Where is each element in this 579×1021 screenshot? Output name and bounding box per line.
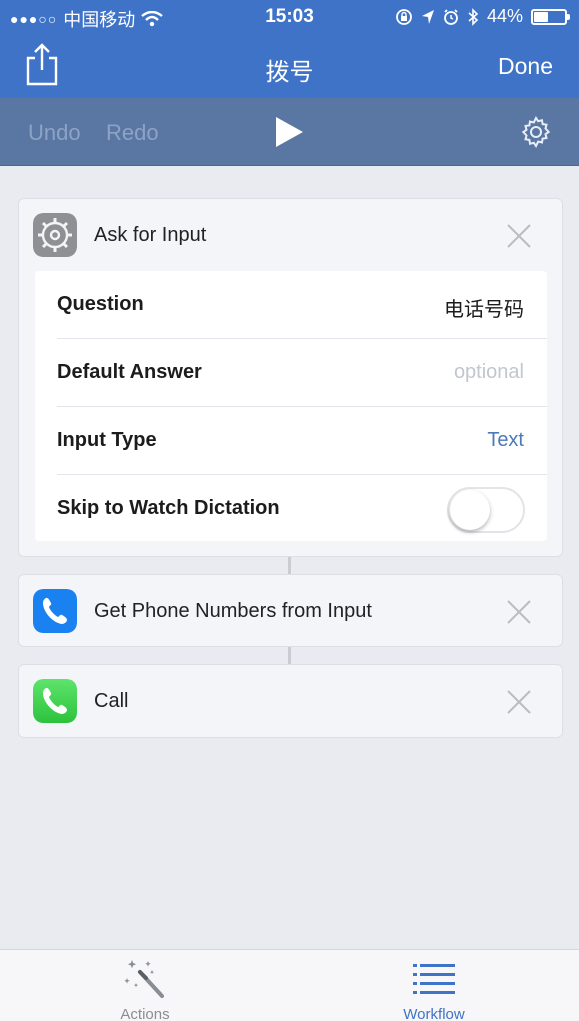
param-row-question[interactable]: Question 电话号码 [35, 271, 547, 339]
redo-button[interactable]: Redo [106, 120, 159, 146]
question-input[interactable]: 电话号码 [444, 293, 524, 322]
param-label: Question [57, 293, 144, 315]
close-icon[interactable] [506, 223, 532, 249]
param-row-watch-dictation: Skip to Watch Dictation [35, 475, 547, 543]
page-title: 拨号 [265, 59, 314, 86]
battery-icon [531, 8, 570, 25]
param-label: Input Type [57, 429, 157, 451]
action-card-header: Get Phone Numbers from Input [19, 575, 562, 648]
input-type-selector[interactable]: Text [487, 429, 524, 452]
list-icon [413, 964, 455, 994]
location-icon [421, 9, 434, 24]
param-label: Skip to Watch Dictation [57, 497, 280, 519]
phone-icon [33, 589, 77, 633]
signal-strength-icon: ●●●○○ [10, 11, 58, 27]
undo-button[interactable]: Undo [28, 120, 81, 146]
action-connector [288, 647, 291, 664]
done-button[interactable]: Done [498, 53, 553, 80]
status-right: 44% [395, 6, 570, 27]
action-parameters: Question 电话号码 Default Answer optional In… [35, 271, 547, 541]
magic-wand-icon [124, 960, 164, 998]
action-card-header: Call [19, 665, 562, 738]
action-card-ask-for-input[interactable]: Ask for Input Question 电话号码 Default Answ… [18, 198, 563, 557]
settings-gear-icon[interactable] [519, 115, 553, 149]
wifi-icon [141, 11, 164, 27]
battery-percent: 44% [486, 6, 523, 26]
action-card-header: Ask for Input [19, 199, 562, 272]
alarm-icon [444, 8, 458, 25]
status-left: ●●●○○ 中国移动 [10, 6, 164, 32]
phone-icon [33, 679, 77, 723]
tab-bar: Actions Workflow [0, 949, 579, 1021]
action-title: Get Phone Numbers from Input [94, 600, 372, 622]
tab-actions[interactable]: Actions [85, 950, 205, 1021]
tab-workflow[interactable]: Workflow [374, 950, 494, 1021]
param-row-default-answer[interactable]: Default Answer optional [35, 339, 547, 407]
action-title: Ask for Input [94, 224, 207, 246]
watch-dictation-toggle[interactable] [447, 487, 525, 533]
param-row-input-type[interactable]: Input Type Text [35, 407, 547, 475]
bluetooth-icon [468, 7, 479, 26]
rotation-lock-icon [396, 8, 412, 25]
battery-fill [534, 11, 549, 22]
close-icon[interactable] [506, 689, 532, 715]
tab-label: Actions [120, 1006, 170, 1021]
action-card-call[interactable]: Call [18, 664, 563, 738]
close-icon[interactable] [506, 599, 532, 625]
action-title: Call [94, 690, 129, 712]
editor-toolbar: Undo Redo [0, 98, 579, 166]
action-card-get-phone-numbers[interactable]: Get Phone Numbers from Input [18, 574, 563, 647]
status-bar: ●●●○○ 中国移动 15:03 44% [0, 0, 579, 34]
action-connector [288, 557, 291, 574]
play-icon[interactable] [274, 116, 304, 148]
param-label: Default Answer [57, 361, 202, 383]
nav-bar: 拨号 Done [0, 34, 579, 98]
carrier-label: 中国移动 [63, 10, 136, 30]
default-answer-input[interactable]: optional [454, 361, 524, 384]
gear-icon [33, 213, 77, 257]
tab-label: Workflow [403, 1006, 465, 1021]
toggle-knob [450, 490, 490, 530]
